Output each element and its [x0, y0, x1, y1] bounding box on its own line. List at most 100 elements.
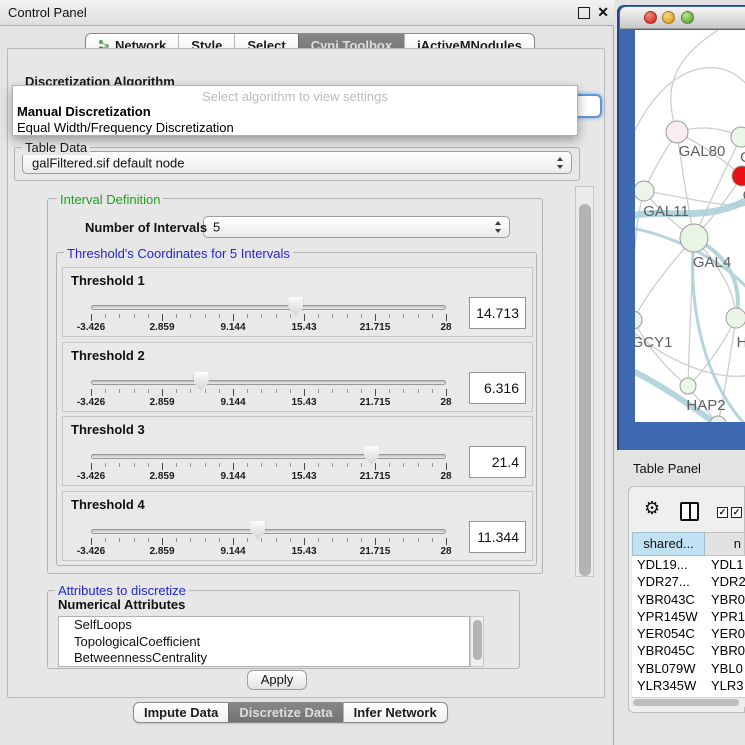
node-label: H — [737, 334, 745, 351]
table-cell: YBR0 — [705, 642, 745, 659]
combo-arrows-icon — [557, 157, 564, 169]
network-node-ga[interactable] — [731, 127, 745, 147]
table-row[interactable]: YBR045CYBR0 — [632, 642, 745, 659]
checkbox-checked-icon[interactable]: ✓ — [731, 507, 742, 518]
tab-discretize-data[interactable]: Discretize Data — [228, 703, 342, 722]
node-label: GA — [740, 149, 745, 166]
close-traffic-light-icon[interactable] — [644, 11, 657, 24]
threshold-value-field[interactable]: 21.4 — [469, 446, 526, 478]
tab-label: Discretize Data — [239, 705, 332, 720]
node-label: HAP2 — [686, 397, 725, 414]
node-label: GAL4 — [693, 254, 731, 271]
network-canvas[interactable]: GAL80GACGAL11GAL4GCY1HHAP2 — [635, 30, 745, 422]
threshold-slider-track[interactable] — [91, 454, 446, 459]
table-cell: YBL0 — [705, 660, 745, 677]
attribute-item[interactable]: SelfLoops — [59, 617, 469, 634]
threshold-label: Threshold 1 — [71, 273, 145, 288]
minimize-traffic-light-icon[interactable] — [662, 11, 675, 24]
column-header-name[interactable]: n — [705, 532, 745, 556]
network-node-gal11[interactable] — [635, 181, 654, 201]
threshold-panel: Threshold 3 -3.4262.8599.14415.4321.7152… — [62, 416, 533, 486]
attribute-item[interactable]: TopologicalCoefficient — [59, 634, 469, 651]
control-panel-titlebar: Control Panel ✕ — [0, 0, 614, 26]
table-cell: YBR0 — [705, 591, 745, 608]
tab-impute-data[interactable]: Impute Data — [134, 703, 228, 722]
table-cell: YLR3 — [705, 677, 745, 694]
threshold-panel: Threshold 2 -3.4262.8599.14415.4321.7152… — [62, 342, 533, 412]
attributes-group-title: Attributes to discretize — [55, 583, 189, 598]
threshold-slider-handle[interactable] — [250, 521, 265, 540]
table-row[interactable]: YPR145WYPR1 — [632, 608, 745, 625]
checkbox-checked-icon[interactable]: ✓ — [717, 507, 728, 518]
table-cell: YDR27... — [632, 573, 705, 590]
threshold-value-field[interactable]: 6.316 — [469, 372, 526, 404]
table-row[interactable]: YBL079WYBL0 — [632, 660, 745, 677]
network-node-gcy1[interactable] — [635, 311, 642, 329]
zoom-traffic-light-icon[interactable] — [681, 11, 694, 24]
node-label: GAL11 — [643, 203, 689, 220]
table-cell: YDL1 — [705, 556, 745, 573]
table-cell: YBR045C — [632, 642, 705, 659]
table-data-title: Table Data — [22, 140, 90, 155]
attribute-item[interactable]: BetweennessCentrality — [59, 650, 469, 667]
network-window-titlebar — [620, 7, 745, 29]
table-row[interactable]: YDL19...YDL1 — [632, 556, 745, 573]
table-header-row: shared... n — [632, 532, 745, 556]
tab-label: Infer Network — [354, 705, 437, 720]
screen: Control Panel ✕ NetworkStyleSelectCyni T… — [0, 0, 745, 745]
thresholds-container: Threshold 1 -3.4262.8599.14415.4321.7152… — [62, 267, 533, 562]
node-table: shared... n YDL19...YDL1YDR27...YDR2YBR0… — [632, 532, 745, 697]
threshold-value-field[interactable]: 14.713 — [469, 297, 526, 329]
table-row[interactable]: YBR043CYBR0 — [632, 591, 745, 608]
settings-gear-icon[interactable]: ⚙ — [644, 499, 660, 517]
attributes-list-scrollbar[interactable] — [470, 616, 484, 667]
network-node-gal4[interactable] — [680, 224, 708, 252]
threshold-slider-handle[interactable] — [364, 446, 379, 465]
popup-option-manual-discretization[interactable]: Manual Discretization — [17, 104, 151, 119]
threshold-slider-track[interactable] — [91, 305, 446, 310]
popup-option-equal-width-frequency[interactable]: Equal Width/Frequency Discretization — [17, 120, 234, 135]
table-cell: YDR2 — [705, 573, 745, 590]
network-node-hap2[interactable] — [680, 378, 696, 394]
threshold-panel: Threshold 4 -3.4262.8599.14415.4321.7152… — [62, 491, 533, 561]
network-graph: GAL80GACGAL11GAL4GCY1HHAP2 — [635, 30, 745, 422]
table-cell: YPR145W — [632, 608, 705, 625]
network-node-gal80[interactable] — [666, 121, 688, 143]
table-data-combo[interactable]: galFiltered.sif default node — [22, 151, 572, 174]
network-window: GAL80GACGAL11GAL4GCY1HHAP2 — [617, 5, 745, 450]
table-cell: YBR043C — [632, 591, 705, 608]
threshold-value-field[interactable]: 11.344 — [469, 521, 526, 553]
float-window-icon[interactable] — [578, 7, 590, 19]
node-label: GAL80 — [679, 143, 726, 160]
table-row[interactable]: YER054CYER0 — [632, 625, 745, 642]
table-row[interactable]: YLR345WYLR3 — [632, 677, 745, 694]
table-data-combo-value: galFiltered.sif default node — [32, 155, 184, 170]
bottom-tab-bar: Impute Data Discretize Data Infer Network — [133, 702, 448, 723]
threshold-slider-track[interactable] — [91, 380, 446, 385]
table-cell: YPR1 — [705, 608, 745, 625]
threshold-slider-track[interactable] — [91, 529, 446, 534]
algorithm-popup: Select algorithm to view settings Manual… — [12, 85, 578, 136]
combo-arrows-icon — [495, 221, 502, 233]
numerical-attributes-list[interactable]: SelfLoopsTopologicalCoefficientBetweenne… — [58, 616, 470, 667]
table-row[interactable]: YDR27...YDR2 — [632, 573, 745, 590]
table-cell: YLR345W — [632, 677, 705, 694]
column-header-shared-name[interactable]: shared... — [632, 532, 705, 556]
threshold-label: Threshold 4 — [71, 497, 145, 512]
network-node-h[interactable] — [726, 308, 745, 328]
panel-title: Control Panel — [8, 0, 87, 25]
apply-button[interactable]: Apply — [247, 670, 307, 690]
threshold-label: Threshold 3 — [71, 422, 145, 437]
split-table-icon[interactable] — [680, 502, 699, 521]
thresholds-group-title: Threshold's Coordinates for 5 Intervals — [64, 246, 293, 261]
main-scrollbar[interactable] — [575, 186, 594, 577]
threshold-label: Threshold 2 — [71, 348, 145, 363]
number-of-intervals-combo[interactable]: 5 — [203, 216, 510, 238]
number-of-intervals-label: Number of Intervals — [82, 220, 210, 235]
tab-infer-network[interactable]: Infer Network — [343, 703, 447, 722]
close-icon[interactable]: ✕ — [597, 4, 609, 21]
table-horizontal-scrollbar[interactable] — [632, 697, 745, 707]
interval-definition-title: Interval Definition — [57, 192, 163, 207]
table-cell: YER054C — [632, 625, 705, 642]
threshold-slider-handle[interactable] — [194, 372, 209, 391]
